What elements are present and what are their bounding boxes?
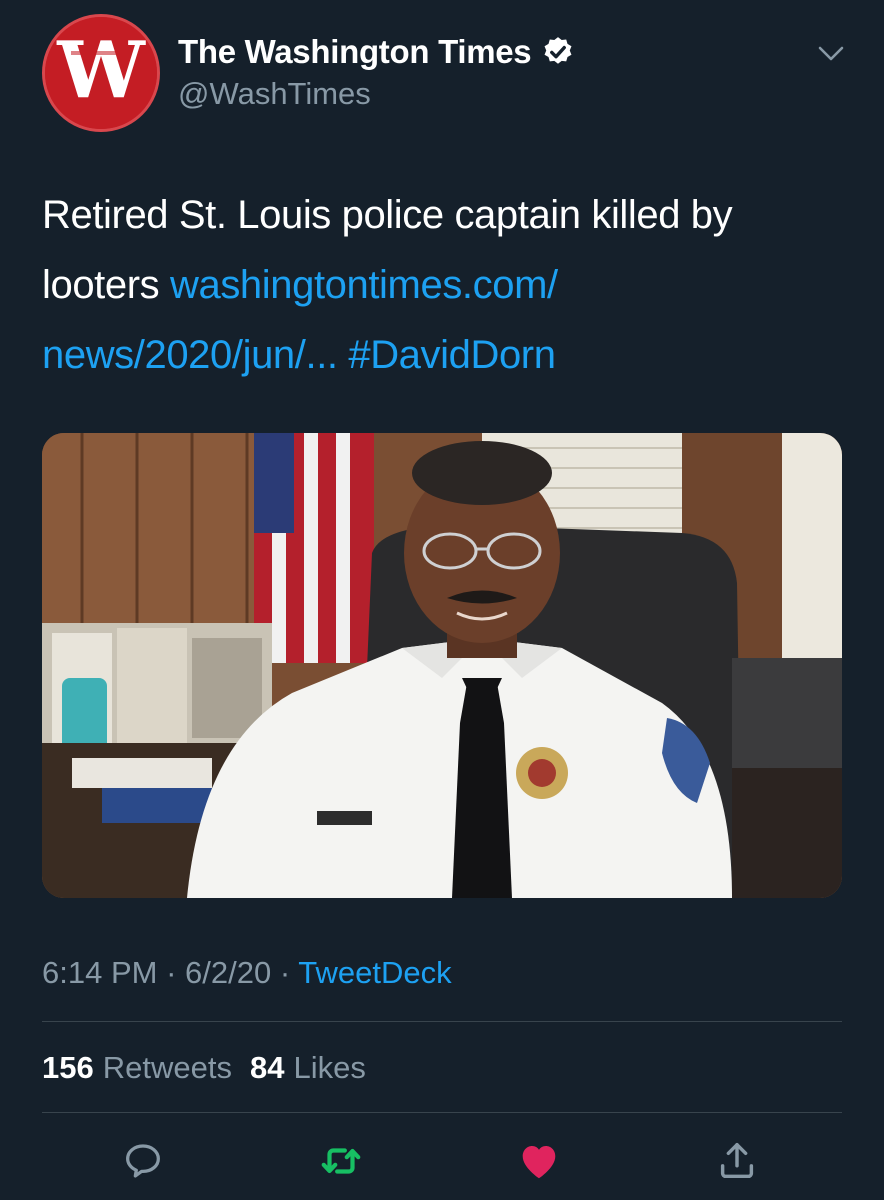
reply-button[interactable]: [112, 1130, 174, 1192]
divider: [42, 1021, 842, 1022]
verified-badge-icon: [541, 35, 575, 69]
retweets-label: Retweets: [102, 1050, 232, 1085]
share-button[interactable]: [706, 1130, 768, 1192]
divider: [42, 1112, 842, 1113]
name-row: The Washington Times: [178, 30, 575, 74]
like-button[interactable]: [508, 1130, 570, 1192]
tweet-time[interactable]: 6:14 PM: [42, 955, 157, 990]
hashtag-link[interactable]: #DavidDorn: [348, 333, 556, 377]
avatar-letter: W: [56, 25, 146, 116]
tweet-photo[interactable]: [42, 433, 842, 898]
tweet-date[interactable]: 6/2/20: [185, 955, 271, 990]
reply-icon: [126, 1144, 160, 1178]
avatar[interactable]: W: [42, 14, 160, 132]
retweets-stat[interactable]: 156 Retweets: [42, 1046, 232, 1090]
retweet-icon: [321, 1148, 361, 1174]
action-bar: [42, 1130, 842, 1192]
tweet-meta: 6:14 PM · 6/2/20 · TweetDeck: [42, 951, 452, 995]
tweet-source[interactable]: TweetDeck: [298, 955, 451, 990]
washington-times-logo: W: [45, 17, 157, 129]
chevron-down-icon[interactable]: [816, 40, 846, 66]
likes-stat[interactable]: 84 Likes: [250, 1046, 366, 1090]
meta-separator: ·: [279, 955, 291, 990]
retweets-count: 156: [42, 1050, 94, 1085]
handle[interactable]: @WashTimes: [178, 76, 371, 112]
likes-label: Likes: [293, 1050, 366, 1085]
share-icon: [720, 1142, 754, 1179]
likes-count: 84: [249, 1050, 285, 1085]
tweet-stats: 156 Retweets 84 Likes: [42, 1046, 366, 1090]
meta-separator: ·: [166, 955, 177, 990]
retweet-button[interactable]: [310, 1130, 372, 1192]
tweet-detail: W The Washington Times @WashTimes Retire…: [0, 0, 884, 1200]
display-name[interactable]: The Washington Times: [178, 33, 532, 71]
heart-icon: [522, 1146, 556, 1179]
tweet-text: Retired St. Louis police captain killed …: [42, 180, 842, 390]
